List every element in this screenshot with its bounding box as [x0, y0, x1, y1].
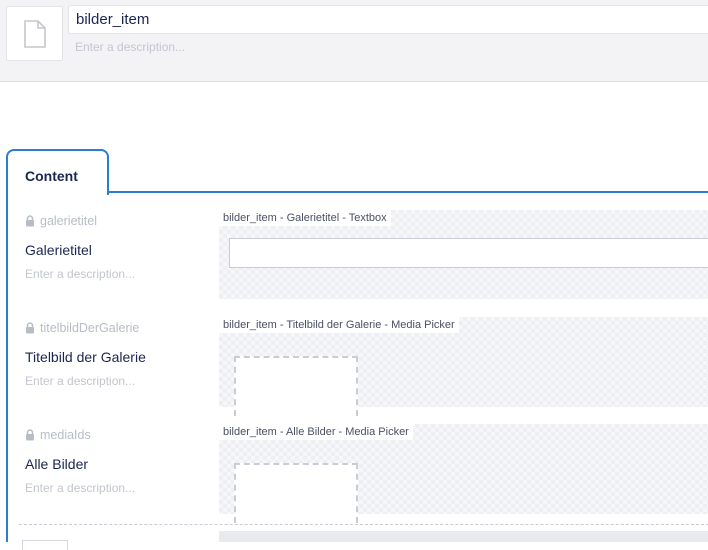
- property-galerietitel[interactable]: galerietitel Galerietitel Enter a descri…: [25, 213, 215, 281]
- tab-panel-border: [6, 193, 8, 542]
- next-editor-preview: [219, 531, 708, 542]
- property-editor-titelbild[interactable]: bilder_item - Titelbild der Galerie - Me…: [219, 317, 708, 416]
- property-description[interactable]: Enter a description...: [25, 374, 215, 388]
- lock-icon: [26, 215, 34, 227]
- property-editor-alle-bilder[interactable]: bilder_item - Alle Bilder - Media Picker: [219, 424, 708, 523]
- property-label[interactable]: Titelbild der Galerie: [25, 349, 215, 365]
- property-description[interactable]: Enter a description...: [25, 481, 215, 495]
- property-alias-text: galerietitel: [40, 214, 97, 228]
- property-titelbild-der-galerie[interactable]: titelbildDerGalerie Titelbild der Galeri…: [25, 320, 215, 388]
- lock-icon: [26, 429, 34, 441]
- media-picker-add[interactable]: [234, 463, 358, 523]
- property-media-ids[interactable]: mediaIds Alle Bilder Enter a description…: [25, 427, 215, 495]
- editor-caption: bilder_item - Titelbild der Galerie - Me…: [219, 317, 459, 333]
- tab-content-label: Content: [25, 168, 78, 184]
- property-alias-text: titelbildDerGalerie: [40, 321, 140, 335]
- editor-caption: bilder_item - Alle Bilder - Media Picker: [219, 424, 413, 440]
- tab-content[interactable]: Content: [6, 149, 109, 195]
- property-alias[interactable]: galerietitel: [25, 213, 215, 229]
- property-label[interactable]: Alle Bilder: [25, 456, 215, 472]
- description-input[interactable]: [68, 36, 708, 58]
- property-alias[interactable]: titelbildDerGalerie: [25, 320, 215, 336]
- property-editor-galerietitel[interactable]: bilder_item - Galerietitel - Textbox: [219, 210, 708, 299]
- property-label[interactable]: Galerietitel: [25, 242, 215, 258]
- tab-underline: [107, 191, 708, 193]
- property-description[interactable]: Enter a description...: [25, 267, 215, 281]
- property-alias[interactable]: mediaIds: [25, 427, 215, 443]
- name-input[interactable]: bilder_item: [68, 5, 708, 34]
- lock-icon: [26, 322, 34, 334]
- document-type-header: bilder_item: [0, 0, 708, 82]
- property-alias-text: mediaIds: [40, 428, 91, 442]
- editor-caption: bilder_item - Galerietitel - Textbox: [219, 210, 391, 226]
- media-picker-add[interactable]: [234, 356, 358, 416]
- galerietitel-textbox[interactable]: [229, 238, 708, 268]
- document-icon[interactable]: [6, 6, 63, 61]
